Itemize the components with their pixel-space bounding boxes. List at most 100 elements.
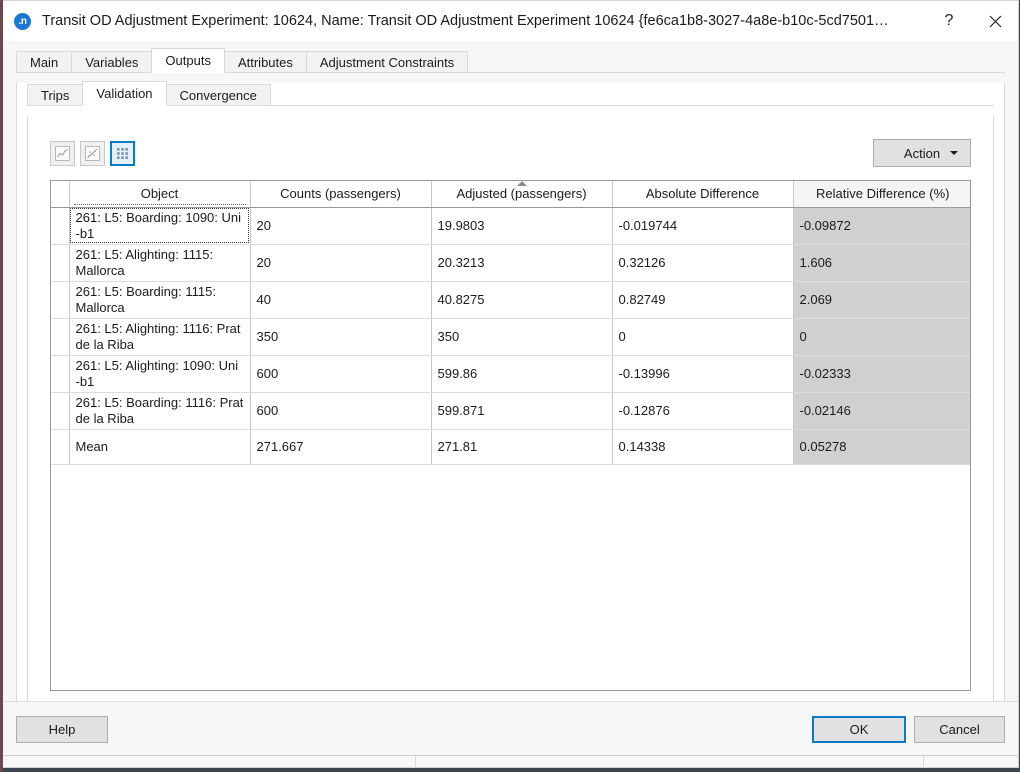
table-row[interactable]: 261: L5: Alighting: 1090: Uni -b1 600 59…: [51, 355, 971, 392]
line-chart-view-button[interactable]: [50, 141, 75, 166]
cell-absolute-difference[interactable]: 0.14338: [612, 429, 793, 464]
cell-object[interactable]: Mean: [69, 429, 250, 464]
row-selector[interactable]: [51, 207, 69, 244]
row-selector[interactable]: [51, 392, 69, 429]
title-bar: .n Transit OD Adjustment Experiment: 106…: [3, 1, 1018, 41]
cell-relative-difference[interactable]: -0.02333: [793, 355, 971, 392]
row-selector[interactable]: [51, 244, 69, 281]
status-separator: [923, 756, 924, 768]
cell-absolute-difference[interactable]: 0.82749: [612, 281, 793, 318]
action-dropdown-button[interactable]: Action: [873, 139, 971, 167]
cell-counts[interactable]: 350: [250, 318, 431, 355]
row-selector[interactable]: [51, 318, 69, 355]
cell-relative-difference[interactable]: -0.02146: [793, 392, 971, 429]
background-status-strip: [3, 755, 1018, 767]
cell-object[interactable]: 261: L5: Boarding: 1115: Mallorca: [69, 281, 250, 318]
cell-relative-difference[interactable]: 2.069: [793, 281, 971, 318]
cell-absolute-difference[interactable]: -0.12876: [612, 392, 793, 429]
header-focus-underline: [74, 204, 246, 205]
row-selector[interactable]: [51, 355, 69, 392]
table-row[interactable]: 261: L5: Boarding: 1115: Mallorca 40 40.…: [51, 281, 971, 318]
column-header-relative-difference[interactable]: Relative Difference (%): [793, 181, 971, 207]
cell-absolute-difference[interactable]: 0.32126: [612, 244, 793, 281]
cell-relative-difference[interactable]: 0.05278: [793, 429, 971, 464]
chevron-down-icon: [950, 151, 958, 155]
help-titlebar-button[interactable]: ?: [926, 1, 972, 41]
cancel-button[interactable]: Cancel: [914, 716, 1005, 743]
table-corner-header[interactable]: [51, 181, 69, 207]
column-header-label: Object: [141, 186, 179, 201]
table-row[interactable]: 261: L5: Boarding: 1090: Uni -b1 20 19.9…: [51, 207, 971, 244]
cell-counts[interactable]: 600: [250, 392, 431, 429]
tab-adjustment-constraints[interactable]: Adjustment Constraints: [306, 51, 468, 73]
cell-relative-difference[interactable]: 1.606: [793, 244, 971, 281]
cell-object[interactable]: 261: L5: Alighting: 1090: Uni -b1: [69, 355, 250, 392]
column-header-label: Counts (passengers): [280, 186, 401, 201]
cell-absolute-difference[interactable]: -0.019744: [612, 207, 793, 244]
cell-object[interactable]: 261: L5: Boarding: 1116: Prat de la Riba: [69, 392, 250, 429]
help-button-label: Help: [49, 722, 76, 737]
cell-object[interactable]: 261: L5: Boarding: 1090: Uni -b1: [69, 207, 250, 244]
window-title: Transit OD Adjustment Experiment: 10624,…: [42, 13, 926, 29]
table-row-mean[interactable]: Mean 271.667 271.81 0.14338 0.05278: [51, 429, 971, 464]
tab-convergence[interactable]: Convergence: [166, 84, 271, 106]
cell-relative-difference[interactable]: -0.09872: [793, 207, 971, 244]
outputs-panel: Trips Validation Convergence: [16, 83, 1005, 725]
table-header-row: Object Counts (passengers) Adjusted (pas…: [51, 181, 971, 207]
tab-trips[interactable]: Trips: [27, 84, 83, 106]
column-header-adjusted[interactable]: Adjusted (passengers): [431, 181, 612, 207]
tab-variables[interactable]: Variables: [71, 51, 152, 73]
column-header-absolute-difference[interactable]: Absolute Difference: [612, 181, 793, 207]
dialog-footer: Help OK Cancel: [3, 701, 1018, 755]
line-chart-icon: [54, 145, 71, 162]
sort-ascending-icon: [517, 181, 527, 186]
row-selector[interactable]: [51, 281, 69, 318]
validation-table-container[interactable]: Object Counts (passengers) Adjusted (pas…: [50, 180, 971, 691]
table-row[interactable]: 261: L5: Boarding: 1116: Prat de la Riba…: [51, 392, 971, 429]
table-row[interactable]: 261: L5: Alighting: 1115: Mallorca 20 20…: [51, 244, 971, 281]
app-icon-n: .n: [14, 13, 31, 30]
secondary-tab-bar: Trips Validation Convergence: [27, 83, 1004, 106]
primary-tab-bar: Main Variables Outputs Attributes Adjust…: [16, 50, 1018, 73]
column-header-label: Absolute Difference: [646, 186, 759, 201]
cell-adjusted[interactable]: 271.81: [431, 429, 612, 464]
tab-attributes[interactable]: Attributes: [224, 51, 307, 73]
cell-counts[interactable]: 20: [250, 244, 431, 281]
cell-absolute-difference[interactable]: -0.13996: [612, 355, 793, 392]
column-header-label: Adjusted (passengers): [456, 186, 586, 201]
cell-relative-difference[interactable]: 0: [793, 318, 971, 355]
tab-outputs[interactable]: Outputs: [151, 48, 225, 73]
cell-adjusted[interactable]: 350: [431, 318, 612, 355]
table-row[interactable]: 261: L5: Alighting: 1116: Prat de la Rib…: [51, 318, 971, 355]
cell-adjusted[interactable]: 19.9803: [431, 207, 612, 244]
cell-adjusted[interactable]: 20.3213: [431, 244, 612, 281]
row-selector[interactable]: [51, 429, 69, 464]
help-button[interactable]: Help: [16, 716, 108, 743]
table-body: 261: L5: Boarding: 1090: Uni -b1 20 19.9…: [51, 207, 971, 464]
cell-counts[interactable]: 600: [250, 355, 431, 392]
ok-button[interactable]: OK: [812, 716, 906, 743]
column-header-counts[interactable]: Counts (passengers): [250, 181, 431, 207]
cell-absolute-difference[interactable]: 0: [612, 318, 793, 355]
view-toolbar: Action: [50, 135, 971, 171]
action-button-label: Action: [904, 146, 940, 161]
tab-main[interactable]: Main: [16, 51, 72, 73]
column-header-object[interactable]: Object: [69, 181, 250, 207]
cell-adjusted[interactable]: 599.871: [431, 392, 612, 429]
cancel-button-label: Cancel: [939, 722, 979, 737]
close-icon: [989, 15, 1002, 28]
dialog-window: .n Transit OD Adjustment Experiment: 106…: [3, 0, 1019, 768]
table-view-button[interactable]: [110, 141, 135, 166]
cell-object[interactable]: 261: L5: Alighting: 1116: Prat de la Rib…: [69, 318, 250, 355]
cell-counts[interactable]: 271.667: [250, 429, 431, 464]
close-window-button[interactable]: [972, 1, 1018, 41]
cell-counts[interactable]: 40: [250, 281, 431, 318]
cell-counts[interactable]: 20: [250, 207, 431, 244]
view-mode-button-group: [50, 141, 135, 166]
cell-adjusted[interactable]: 40.8275: [431, 281, 612, 318]
scatter-chart-view-button[interactable]: [80, 141, 105, 166]
cell-adjusted[interactable]: 599.86: [431, 355, 612, 392]
cell-object[interactable]: 261: L5: Alighting: 1115: Mallorca: [69, 244, 250, 281]
tab-validation[interactable]: Validation: [82, 81, 166, 106]
column-header-label: Relative Difference (%): [816, 186, 949, 201]
